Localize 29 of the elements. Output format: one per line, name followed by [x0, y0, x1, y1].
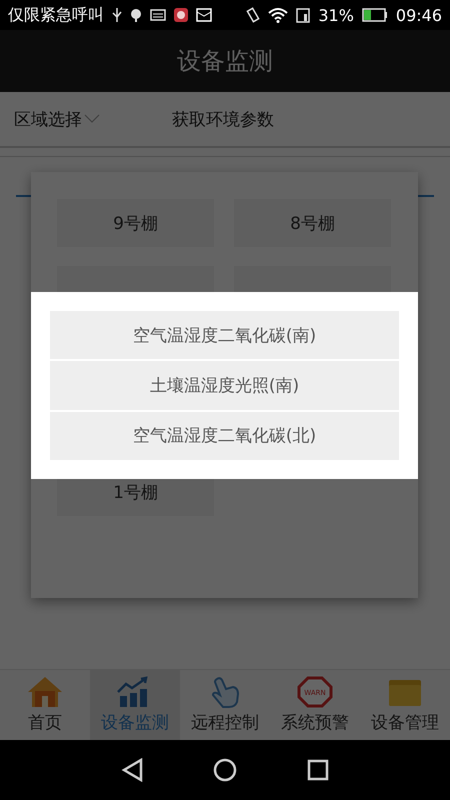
- nav-tab[interactable]: 远程控制: [180, 670, 270, 740]
- vibrate-icon: [246, 7, 260, 23]
- mail-icon: [196, 8, 212, 22]
- android-icon: [130, 7, 142, 23]
- back-icon[interactable]: [121, 758, 143, 782]
- chevron-down-icon: [84, 114, 100, 124]
- nav-tab[interactable]: 首页: [0, 670, 90, 740]
- carrier-text: 仅限紧急呼叫: [8, 4, 104, 26]
- region-select-dropdown[interactable]: 区域选择: [14, 108, 172, 130]
- greenhouse-tile[interactable]: 8号棚: [234, 199, 391, 247]
- sensor-menu-item[interactable]: 空气温湿度二氧化碳(北): [50, 412, 399, 460]
- sensor-menu-item[interactable]: 土壤温湿度光照(南): [50, 361, 399, 410]
- clock-time: 09:46: [396, 6, 442, 24]
- fetch-parameters-button[interactable]: 获取环境参数: [172, 108, 274, 130]
- wifi-icon: [268, 7, 288, 23]
- home-circle-icon[interactable]: [213, 758, 237, 782]
- house-icon: [27, 676, 63, 708]
- sensor-menu-item[interactable]: 空气温湿度二氧化碳(南): [50, 311, 399, 360]
- recent-apps-icon[interactable]: [307, 759, 329, 781]
- battery-icon: [362, 8, 388, 22]
- greenhouse-tile[interactable]: 9号棚: [57, 199, 214, 247]
- app-icon: [174, 8, 188, 22]
- battery-percent: 31%: [318, 6, 354, 24]
- sim-icon: [296, 7, 310, 23]
- usb-icon: [112, 7, 122, 23]
- screen-title: 设备监测: [177, 46, 273, 77]
- nav-tab[interactable]: 设备管理: [360, 670, 450, 740]
- nav-tab[interactable]: 设备监测: [90, 670, 180, 740]
- keyboard-icon: [150, 9, 166, 21]
